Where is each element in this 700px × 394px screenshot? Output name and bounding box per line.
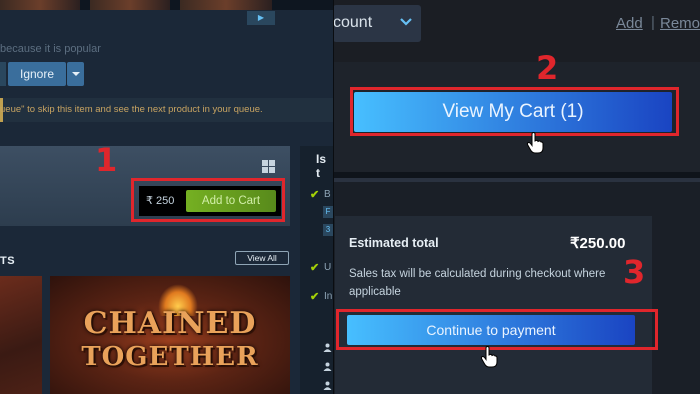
view-all-button[interactable]: View All xyxy=(235,251,289,265)
sales-tax-note: Sales tax will be calculated during chec… xyxy=(349,268,606,298)
cart-header-panel: count Add | Remo 2 View My Cart (1) xyxy=(333,0,700,172)
annotation-box-1 xyxy=(131,178,285,222)
estimated-total-value: ₹250.00 xyxy=(570,235,626,252)
user-icon xyxy=(323,381,332,390)
step-number-3: 3 xyxy=(623,253,646,291)
sidebar-chip[interactable]: F xyxy=(323,206,333,218)
sidebar-chip[interactable]: 3 xyxy=(323,224,333,236)
link-separator: | xyxy=(651,14,655,31)
annotation-box-3 xyxy=(336,309,658,350)
follow-button-edge[interactable] xyxy=(0,62,6,86)
recommendation-reason: because it is popular xyxy=(0,43,101,55)
windows-icon xyxy=(262,160,275,173)
queue-notice-text: ueue" to skip this item and see the next… xyxy=(0,104,263,115)
remove-link[interactable]: Remo xyxy=(660,15,700,32)
hand-cursor-icon xyxy=(480,346,498,368)
step-number-1: 1 xyxy=(95,141,118,179)
checkout-panel: Estimated total ₹250.00 Sales tax will b… xyxy=(333,178,700,394)
store-page-panel: ▶ because it is popular Ignore ueue" to … xyxy=(0,0,333,394)
play-arrow-icon[interactable]: ▶ xyxy=(247,11,275,25)
add-link[interactable]: Add xyxy=(616,15,643,32)
hand-cursor-icon xyxy=(526,132,544,154)
game-logo-line1: CHAINED xyxy=(83,306,257,341)
ignore-dropdown-button[interactable] xyxy=(67,62,84,86)
annotation-box-2 xyxy=(350,87,679,136)
user-icon xyxy=(323,362,332,371)
game-card[interactable] xyxy=(0,276,42,394)
user-icon xyxy=(323,343,332,352)
step-number-2: 2 xyxy=(536,49,559,87)
account-selector-label: count xyxy=(333,14,373,31)
sidebar-heading: Is t xyxy=(316,152,327,180)
screenshot-strip xyxy=(0,0,333,10)
chevron-down-icon xyxy=(400,18,412,26)
panel-divider xyxy=(333,0,334,394)
check-icon: ✔ xyxy=(310,262,320,274)
screenshot-thumb[interactable] xyxy=(0,0,80,10)
screenshot-thumb[interactable] xyxy=(90,0,170,10)
game-card-chained-together[interactable]: CHAINED TOGETHER xyxy=(50,276,290,394)
check-icon: ✔ xyxy=(310,189,320,201)
ignore-button[interactable]: Ignore xyxy=(8,62,66,86)
sidebar-text: B xyxy=(324,189,331,200)
check-icon: ✔ xyxy=(310,291,320,303)
section-heading: TS xyxy=(0,255,16,267)
sidebar-text: U xyxy=(324,262,332,273)
sidebar-text: In xyxy=(324,291,333,302)
game-logo-line2: TOGETHER xyxy=(81,342,259,372)
panel-edge xyxy=(333,178,700,182)
estimated-total-label: Estimated total xyxy=(349,236,439,250)
screenshot-thumb[interactable] xyxy=(180,0,272,10)
